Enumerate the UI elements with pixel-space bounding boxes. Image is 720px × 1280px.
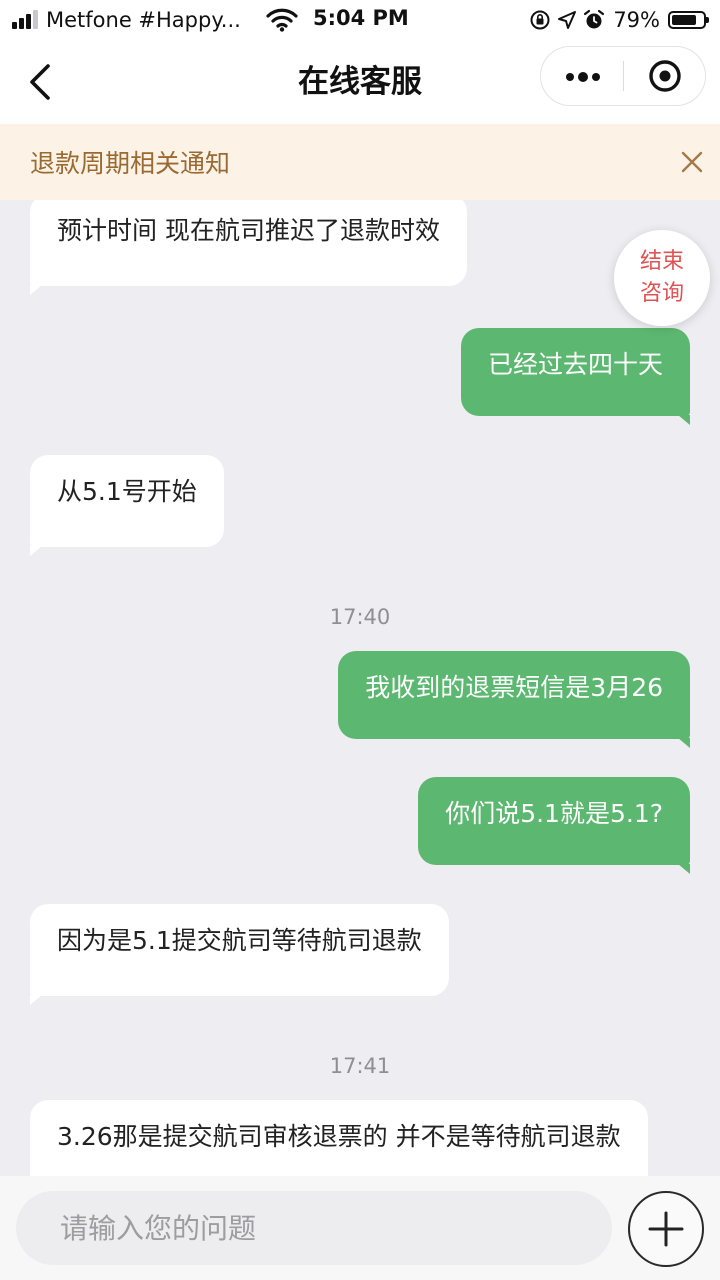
status-left: Metfone #Happy...	[12, 6, 241, 34]
message-timestamp: 17:41	[329, 1054, 391, 1078]
signal-icon	[12, 10, 38, 29]
more-icon	[566, 73, 574, 81]
input-bar	[0, 1176, 720, 1280]
wifi-icon	[266, 8, 298, 32]
end-consultation-button[interactable]: 结束 咨询	[614, 230, 710, 326]
chat-area[interactable]: 预计时间 现在航司推迟了退款时效 已经过去四十天 从5.1号开始 17:40 我…	[0, 200, 720, 1176]
message-bubble-incoming: 因为是5.1提交航司等待航司退款	[30, 904, 449, 1005]
status-time: 5:04 PM	[313, 6, 409, 30]
message-bubble-outgoing: 我收到的退票短信是3月26	[338, 651, 690, 748]
notice-text: 退款周期相关通知	[30, 149, 231, 178]
battery-percent: 79%	[613, 8, 660, 32]
alarm-icon	[584, 9, 605, 29]
nav-bar: 在线客服	[0, 40, 720, 124]
message-bubble-incoming: 3.26那是提交航司审核退票的 并不是等待航司退款	[30, 1100, 648, 1176]
status-bar: Metfone #Happy... 5:04 PM 79%	[0, 0, 720, 40]
battery-icon	[668, 11, 709, 29]
message-input[interactable]	[16, 1191, 612, 1265]
more-button[interactable]	[541, 47, 623, 105]
capsule-divider	[623, 61, 624, 91]
message-timestamp: 17:40	[329, 605, 391, 629]
mini-program-capsule	[540, 46, 706, 106]
end-button-line1: 结束	[639, 249, 684, 274]
end-button-line2: 咨询	[639, 281, 684, 306]
notice-bar[interactable]: 退款周期相关通知	[0, 124, 720, 200]
plus-icon	[648, 1211, 684, 1247]
close-icon	[681, 151, 703, 173]
carrier-name: Metfone #Happy...	[46, 8, 241, 32]
notice-close-button[interactable]	[672, 142, 712, 182]
mini-program-close-icon	[649, 60, 681, 92]
location-arrow-icon	[558, 11, 577, 29]
message-bubble-incoming: 预计时间 现在航司推迟了退款时效	[30, 200, 467, 295]
message-bubble-outgoing: 已经过去四十天	[460, 328, 691, 425]
status-right: 79%	[529, 6, 709, 34]
battery-level	[672, 15, 696, 25]
orientation-lock-icon	[530, 10, 550, 30]
message-bubble-incoming: 从5.1号开始	[30, 455, 224, 556]
close-mini-program-button[interactable]	[625, 47, 705, 105]
message-bubble-outgoing: 你们说5.1就是5.1?	[418, 777, 690, 874]
add-attachment-button[interactable]	[628, 1191, 704, 1267]
